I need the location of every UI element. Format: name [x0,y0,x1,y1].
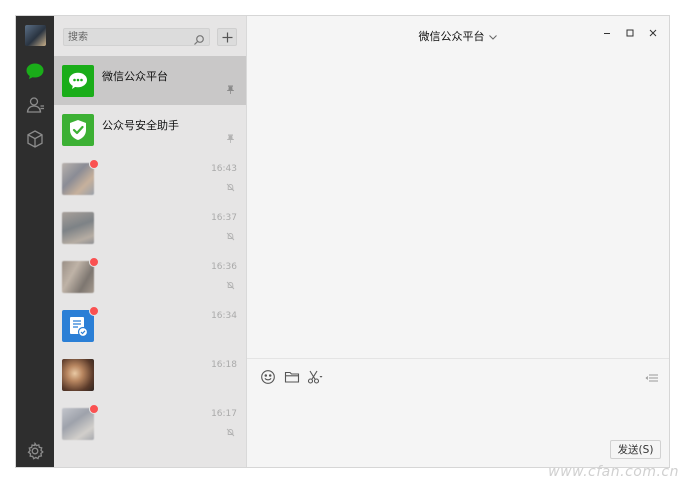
session-time: 16:34 [211,311,237,321]
session-time: 16:18 [211,360,237,370]
unread-badge [89,159,99,169]
gear-icon[interactable] [25,441,45,461]
session-item[interactable]: 16:36 [54,252,246,301]
emoji-icon[interactable] [260,369,276,385]
session-time: 16:37 [211,213,237,223]
maximize-icon[interactable] [624,27,636,39]
session-item[interactable]: 16:34 [54,301,246,350]
send-button[interactable]: 发送(S) [610,440,661,459]
favorites-cube-icon[interactable] [25,129,45,149]
blurred-avatar [62,163,94,195]
chat-header: 微信公众平台 [247,16,669,54]
contacts-icon[interactable] [25,95,45,115]
chevron-down-icon[interactable] [488,32,498,42]
user-avatar[interactable] [25,25,46,46]
session-item-wechat-mp[interactable]: 微信公众平台 [54,56,246,105]
unread-badge [89,404,99,414]
chat-icon[interactable] [25,61,45,81]
blurred-avatar [62,261,94,293]
folder-icon[interactable] [284,369,300,385]
session-time: 16:43 [211,164,237,174]
search-input[interactable] [64,29,192,45]
session-name: 公众号安全助手 [102,119,179,132]
mute-icon [226,232,235,241]
mute-icon [226,183,235,192]
close-icon[interactable] [647,27,659,39]
session-item[interactable]: 16:17 [54,399,246,448]
blue-document-logo [62,310,94,342]
mute-icon [226,281,235,290]
watermark: www.cfan.com.cn [548,464,679,480]
message-input[interactable] [257,391,659,445]
message-area[interactable] [247,54,669,358]
pin-icon [226,85,235,94]
blurred-avatar [62,359,94,391]
chat-panel: 微信公众平台 发送(S) [247,16,669,467]
session-item-security-assistant[interactable]: 公众号安全助手 [54,105,246,154]
session-time: 16:36 [211,262,237,272]
session-item[interactable]: 16:18 [54,350,246,399]
scissors-icon[interactable] [307,369,323,385]
wechat-chat-logo [62,65,94,97]
chat-history-icon[interactable] [645,373,659,383]
mute-icon [226,428,235,437]
add-chat-button[interactable] [217,28,237,46]
pin-icon [226,134,235,143]
session-item[interactable]: 16:37 [54,203,246,252]
session-panel: 微信公众平台 公众号安全助手 16:43 [54,16,247,467]
composer: 发送(S) [247,358,669,467]
session-item[interactable]: 16:43 [54,154,246,203]
chat-title-text[interactable]: 微信公众平台 [419,30,485,43]
session-list: 微信公众平台 公众号安全助手 16:43 16:37 16:36 16:34 1… [54,56,246,448]
unread-badge [89,257,99,267]
blurred-avatar [62,212,94,244]
blurred-avatar [62,408,94,440]
search-box[interactable] [63,28,210,46]
session-time: 16:17 [211,409,237,419]
session-name: 微信公众平台 [102,70,168,83]
minimize-icon[interactable] [601,27,613,39]
unread-badge [89,306,99,316]
wechat-window: 微信公众平台 公众号安全助手 16:43 [15,15,670,468]
nav-sidebar [16,16,54,467]
search-icon[interactable] [193,31,205,45]
search-row [63,28,239,48]
green-shield-logo [62,114,94,146]
